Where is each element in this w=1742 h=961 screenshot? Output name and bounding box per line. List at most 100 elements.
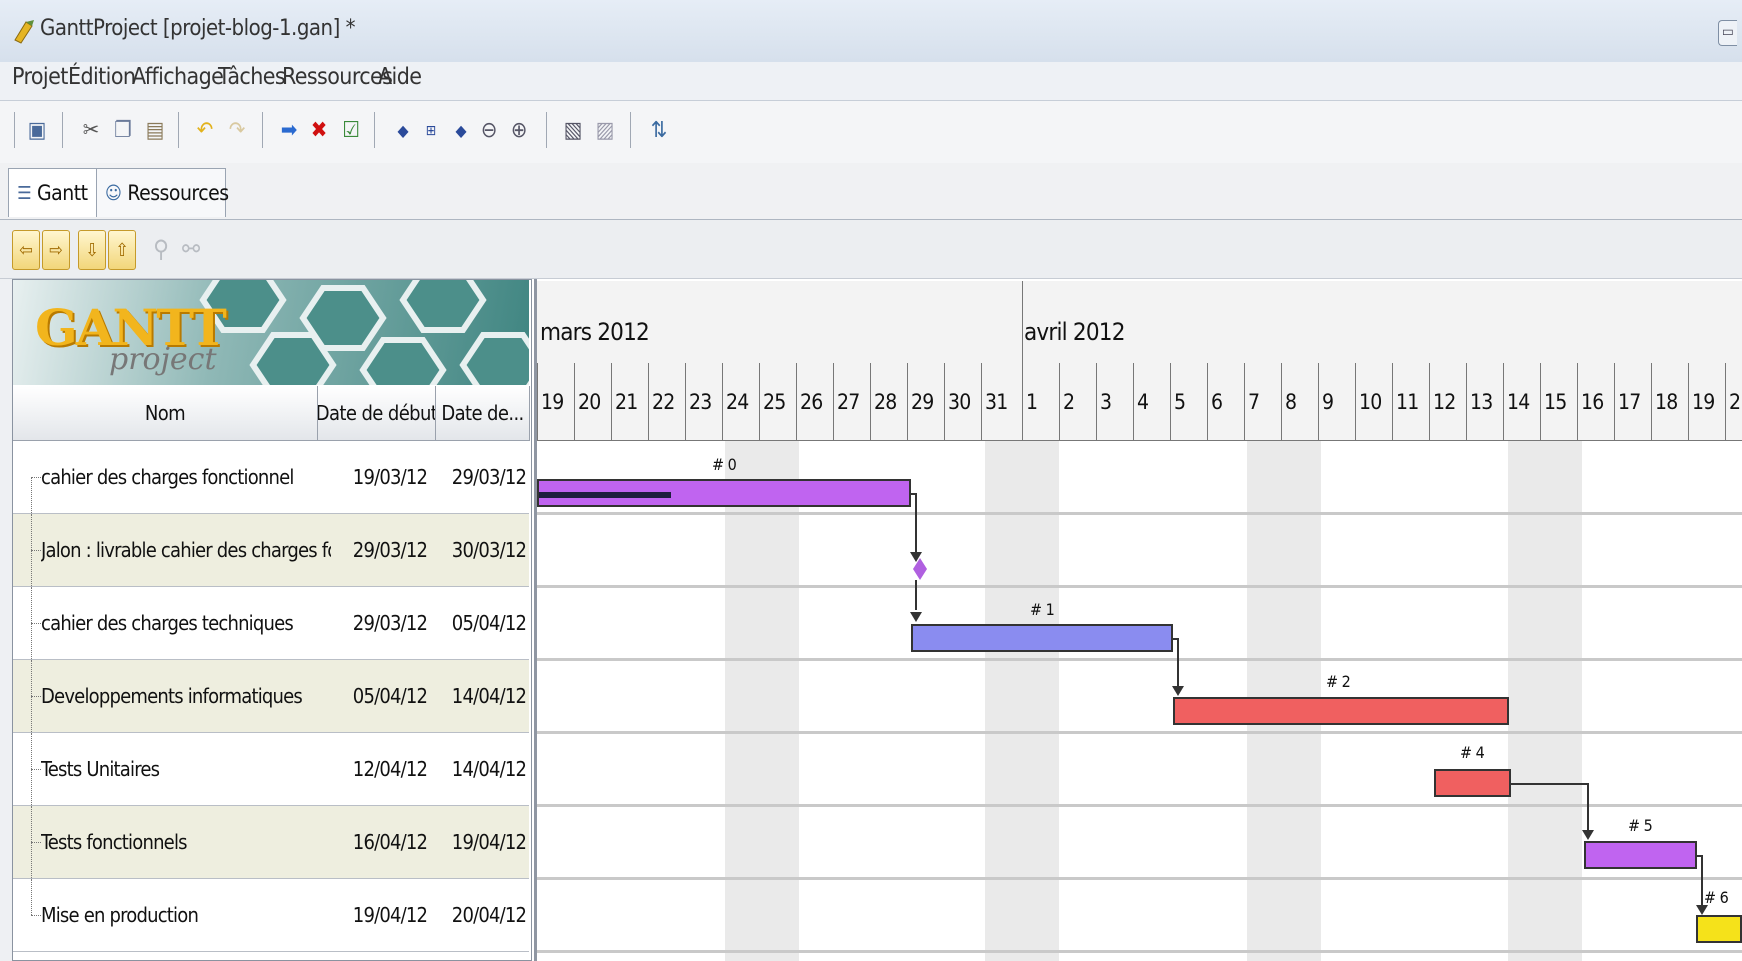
column-header-end[interactable]: Date de... bbox=[436, 386, 530, 441]
dependency-arrow bbox=[1172, 686, 1184, 696]
menu-taches[interactable]: Tâches bbox=[218, 64, 286, 90]
column-header-start[interactable]: Date de début bbox=[318, 386, 436, 441]
task-end[interactable]: 19/04/12 bbox=[449, 806, 529, 878]
day-label: 1 bbox=[1022, 363, 1059, 440]
dependency-arrow bbox=[910, 552, 922, 562]
move-up-icon[interactable]: ⇧ bbox=[108, 230, 136, 270]
menu-aide[interactable]: Aide bbox=[378, 64, 422, 90]
preview-icon[interactable]: ▨ bbox=[592, 116, 618, 146]
cut-icon[interactable]: ✂ bbox=[78, 116, 104, 146]
indent-icon[interactable]: ➡ bbox=[276, 116, 302, 146]
print-icon[interactable]: ▧ bbox=[560, 116, 586, 146]
day-label: 17 bbox=[1614, 363, 1651, 440]
panel-border bbox=[0, 279, 12, 961]
row-divider bbox=[537, 731, 1742, 734]
scroll-left-icon[interactable]: ◆ bbox=[390, 116, 416, 146]
day-label: 26 bbox=[796, 363, 833, 440]
tab-gantt[interactable]: ☰ Gantt bbox=[8, 168, 102, 217]
table-row[interactable]: Developpements informatiques 05/04/12 14… bbox=[13, 660, 529, 733]
sort-icon[interactable]: ⇅ bbox=[646, 116, 672, 146]
save-icon[interactable]: ▣ bbox=[24, 116, 50, 146]
task-name[interactable]: cahier des charges fonctionnel bbox=[41, 441, 331, 513]
day-label: 8 bbox=[1281, 363, 1318, 440]
task-end[interactable]: 14/04/12 bbox=[449, 733, 529, 805]
unindent-icon[interactable]: ⇦ bbox=[12, 230, 40, 270]
link-icon[interactable]: ⚲ bbox=[148, 234, 174, 264]
day-label: 28 bbox=[870, 363, 907, 440]
day-label: 10 bbox=[1355, 363, 1392, 440]
menu-projet[interactable]: Projet bbox=[12, 64, 68, 90]
task-end[interactable]: 20/04/12 bbox=[449, 879, 529, 951]
dependency-arrow bbox=[1582, 830, 1594, 840]
table-row[interactable]: Jalon : livrable cahier des charges fon.… bbox=[13, 514, 529, 587]
day-label: 2 bbox=[1059, 363, 1096, 440]
task-name[interactable]: Mise en production bbox=[41, 879, 331, 951]
indent-right-icon[interactable]: ⇨ bbox=[42, 230, 70, 270]
tree-connector bbox=[31, 769, 41, 770]
table-row[interactable]: cahier des charges techniques 29/03/12 0… bbox=[13, 587, 529, 660]
task-start[interactable]: 16/04/12 bbox=[331, 806, 449, 878]
menu-ressources[interactable]: Ressources bbox=[282, 64, 393, 90]
center-today-icon[interactable]: ⊞ bbox=[418, 116, 444, 146]
task-name[interactable]: Tests Unitaires bbox=[41, 733, 331, 805]
task-start[interactable]: 19/03/12 bbox=[331, 441, 449, 513]
day-label: 27 bbox=[833, 363, 870, 440]
row-divider bbox=[537, 950, 1742, 953]
dependency-arrow bbox=[1696, 905, 1708, 915]
toolbar-separator bbox=[62, 112, 63, 148]
table-row[interactable]: Tests fonctionnels 16/04/12 19/04/12 bbox=[13, 806, 529, 879]
table-row[interactable]: Tests Unitaires 12/04/12 14/04/12 bbox=[13, 733, 529, 806]
toolbar-separator bbox=[262, 112, 263, 148]
task-end[interactable]: 30/03/12 bbox=[449, 514, 529, 586]
day-label: 30 bbox=[944, 363, 981, 440]
task-bar[interactable] bbox=[1696, 915, 1742, 943]
dependency-line bbox=[915, 580, 917, 610]
tab-ressources[interactable]: ☺ Ressources bbox=[96, 168, 229, 217]
row-divider bbox=[537, 658, 1742, 661]
zoom-in-icon[interactable]: ⊕ bbox=[506, 116, 532, 146]
task-start[interactable]: 29/03/12 bbox=[331, 587, 449, 659]
restore-icon[interactable]: ▭ bbox=[1718, 20, 1737, 46]
task-end[interactable]: 05/04/12 bbox=[449, 587, 529, 659]
task-start[interactable]: 29/03/12 bbox=[331, 514, 449, 586]
column-header-nom[interactable]: Nom bbox=[13, 386, 318, 441]
task-name[interactable]: Developpements informatiques bbox=[41, 660, 331, 732]
task-start[interactable]: 05/04/12 bbox=[331, 660, 449, 732]
move-down-icon[interactable]: ⇩ bbox=[78, 230, 106, 270]
zoom-out-icon[interactable]: ⊖ bbox=[476, 116, 502, 146]
task-name[interactable]: Tests fonctionnels bbox=[41, 806, 331, 878]
scroll-right-icon[interactable]: ◆ bbox=[448, 116, 474, 146]
dependency-line bbox=[1511, 783, 1589, 785]
toolbar-separator bbox=[374, 112, 375, 148]
task-name[interactable]: Jalon : livrable cahier des charges fon.… bbox=[41, 514, 331, 586]
row-divider bbox=[537, 804, 1742, 807]
task-bar[interactable] bbox=[1584, 841, 1697, 869]
table-row[interactable]: cahier des charges fonctionnel 19/03/12 … bbox=[13, 441, 529, 514]
redo-icon[interactable]: ↷ bbox=[224, 116, 250, 146]
delete-icon[interactable]: ✖ bbox=[306, 116, 332, 146]
task-toolbar bbox=[0, 220, 1742, 279]
menu-edition[interactable]: Édition bbox=[68, 64, 136, 90]
copy-icon[interactable]: ❐ bbox=[110, 116, 136, 146]
properties-icon[interactable]: ☑ bbox=[338, 116, 364, 146]
day-label: 16 bbox=[1577, 363, 1614, 440]
task-end[interactable]: 14/04/12 bbox=[449, 660, 529, 732]
undo-icon[interactable]: ↶ bbox=[192, 116, 218, 146]
task-start[interactable]: 19/04/12 bbox=[331, 879, 449, 951]
table-row[interactable]: Mise en production 19/04/12 20/04/12 bbox=[13, 879, 529, 952]
row-divider bbox=[537, 877, 1742, 880]
task-end[interactable]: 29/03/12 bbox=[449, 441, 529, 513]
paste-icon[interactable]: ▤ bbox=[142, 116, 168, 146]
logo-subtext: project bbox=[109, 342, 217, 377]
task-bar[interactable] bbox=[1173, 697, 1509, 725]
day-label: 19 bbox=[537, 363, 574, 440]
tree-connector bbox=[31, 550, 41, 551]
task-bar[interactable] bbox=[911, 624, 1173, 652]
unlink-icon[interactable]: ⚯ bbox=[178, 234, 204, 264]
task-name[interactable]: cahier des charges techniques bbox=[41, 587, 331, 659]
tree-connector bbox=[31, 696, 41, 697]
task-start[interactable]: 12/04/12 bbox=[331, 733, 449, 805]
day-label: 7 bbox=[1244, 363, 1281, 440]
task-bar[interactable] bbox=[1434, 769, 1511, 797]
menu-affichage[interactable]: Affichage bbox=[132, 64, 224, 90]
